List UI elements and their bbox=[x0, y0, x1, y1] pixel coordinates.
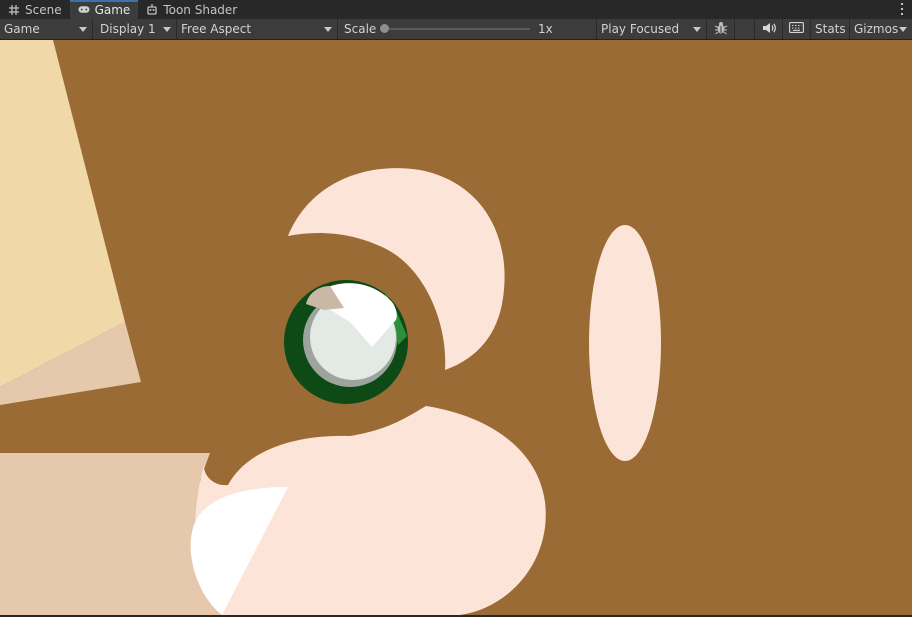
skin-panel-lower bbox=[0, 453, 225, 615]
display-dropdown[interactable]: Display 1 bbox=[93, 19, 177, 39]
gamepad-icon bbox=[78, 4, 90, 16]
robot-icon bbox=[146, 4, 158, 16]
gizmos-dropdown[interactable]: Gizmos bbox=[850, 19, 912, 39]
tab-game[interactable]: Game bbox=[69, 0, 139, 19]
scale-slider-handle[interactable] bbox=[380, 24, 389, 33]
scale-value: 1x bbox=[538, 22, 553, 36]
game-toolbar: Game Display 1 Free Aspect Scale 1x Play… bbox=[0, 19, 912, 40]
tab-scene[interactable]: Scene bbox=[0, 0, 70, 19]
kebab-menu-icon[interactable] bbox=[898, 2, 906, 16]
speaker-icon bbox=[762, 22, 776, 37]
keyboard-icon bbox=[789, 22, 804, 36]
shortcuts-button[interactable] bbox=[783, 19, 811, 39]
tab-label: Game bbox=[94, 2, 131, 17]
scale-label: Scale bbox=[344, 22, 377, 36]
chevron-down-icon bbox=[899, 27, 907, 32]
gizmos-label: Gizmos bbox=[854, 22, 899, 36]
chevron-down-icon bbox=[693, 27, 701, 32]
tab-bar: Scene Game Toon Shader bbox=[0, 0, 912, 19]
tab-label: Scene bbox=[25, 2, 62, 17]
chevron-down-icon bbox=[163, 27, 171, 32]
stats-label: Stats bbox=[815, 22, 846, 36]
game-mode-dropdown[interactable]: Game bbox=[0, 19, 93, 39]
game-viewport[interactable] bbox=[0, 40, 912, 615]
scale-slider-track[interactable] bbox=[384, 28, 530, 30]
tab-toon-shader[interactable]: Toon Shader bbox=[138, 0, 245, 19]
aspect-dropdown[interactable]: Free Aspect bbox=[177, 19, 338, 39]
bug-icon bbox=[714, 21, 728, 38]
mute-audio-button[interactable] bbox=[755, 19, 783, 39]
right-oval-shape bbox=[589, 225, 661, 461]
chevron-down-icon bbox=[79, 27, 87, 32]
stats-button[interactable]: Stats bbox=[811, 19, 850, 39]
toolbar-spacer bbox=[735, 19, 755, 39]
chevron-down-icon bbox=[324, 27, 332, 32]
grid-icon bbox=[8, 4, 20, 16]
display-label: Display 1 bbox=[100, 22, 156, 36]
scale-control: Scale 1x bbox=[338, 19, 597, 39]
aspect-label: Free Aspect bbox=[181, 22, 252, 36]
play-mode-label: Play Focused bbox=[601, 22, 680, 36]
game-mode-label: Game bbox=[4, 22, 40, 36]
bug-button[interactable] bbox=[707, 19, 735, 39]
play-mode-dropdown[interactable]: Play Focused bbox=[597, 19, 707, 39]
rendered-scene bbox=[0, 40, 661, 615]
tab-label: Toon Shader bbox=[163, 2, 238, 17]
